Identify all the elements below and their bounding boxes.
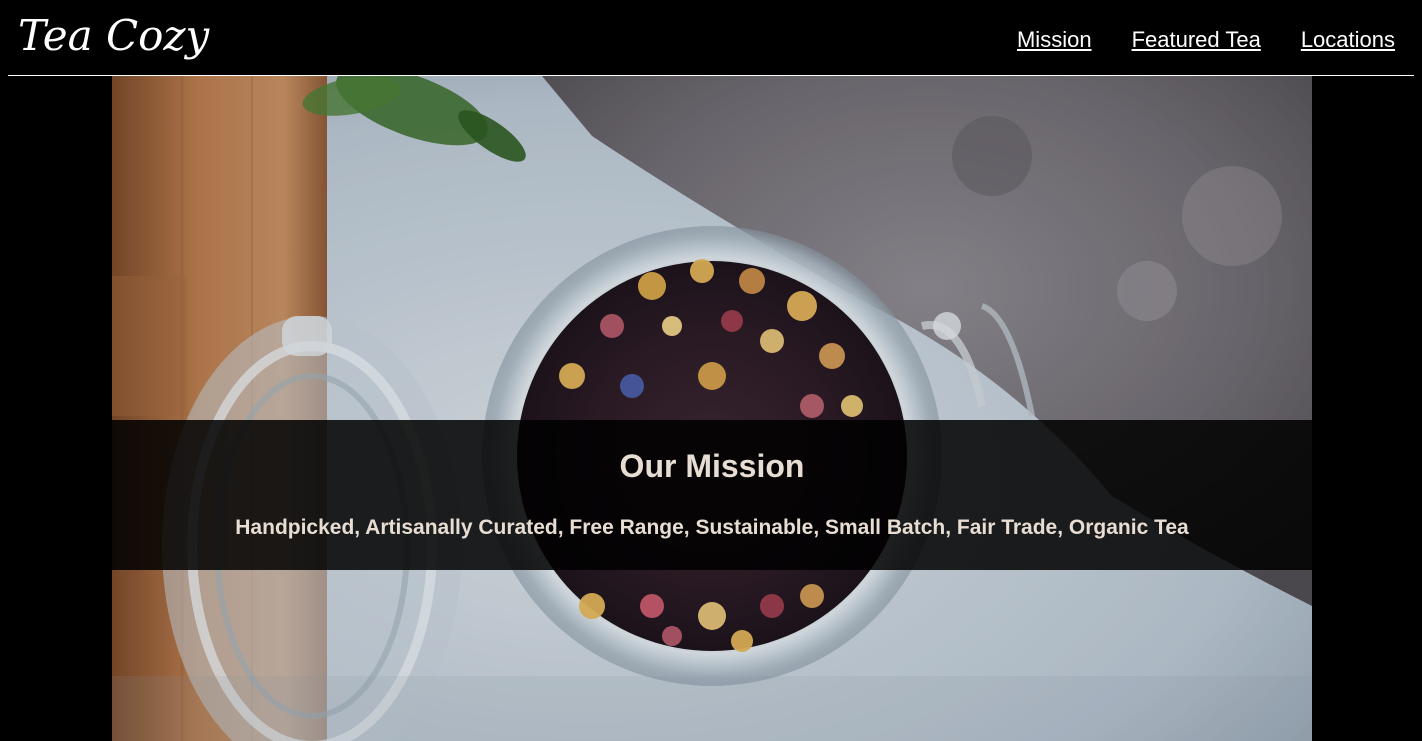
- tea-jar-image: [112, 76, 1312, 741]
- nav-link-mission[interactable]: Mission: [1017, 26, 1092, 54]
- mission-text: Handpicked, Artisanally Curated, Free Ra…: [235, 516, 1189, 539]
- mission-title: Our Mission: [619, 448, 805, 484]
- main-nav: Mission Featured Tea Locations: [1017, 26, 1395, 54]
- hero-section: Our Mission Handpicked, Artisanally Cura…: [112, 76, 1312, 741]
- site-header: Tea Cozy Mission Featured Tea Locations: [8, 0, 1414, 76]
- mission-band: Our Mission Handpicked, Artisanally Cura…: [112, 420, 1312, 570]
- nav-link-locations[interactable]: Locations: [1301, 26, 1395, 54]
- logo[interactable]: Tea Cozy: [18, 10, 209, 62]
- nav-link-featured-tea[interactable]: Featured Tea: [1132, 26, 1261, 54]
